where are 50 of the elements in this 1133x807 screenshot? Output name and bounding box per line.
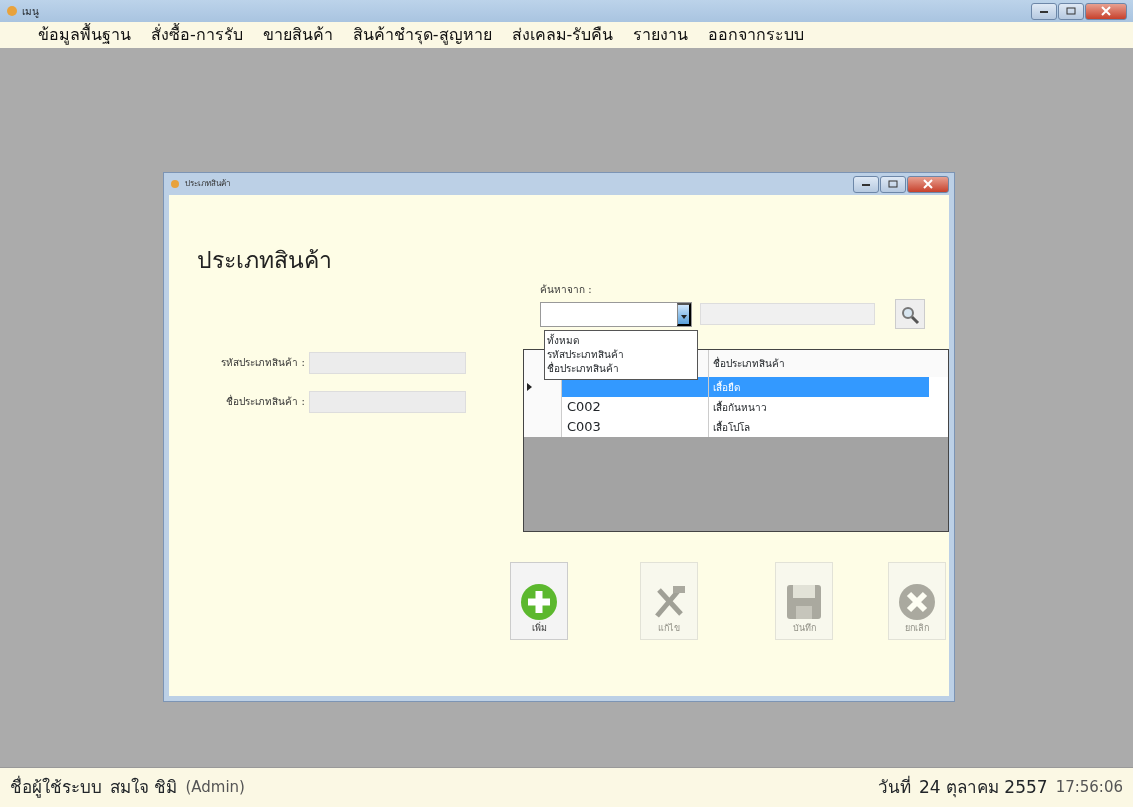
dropdown-button[interactable] xyxy=(677,302,691,326)
menu-item[interactable]: สั่งซื้อ-การรับ xyxy=(141,23,253,47)
menu-item[interactable]: รายงาน xyxy=(623,23,699,47)
menu-item[interactable]: ขายสินค้า xyxy=(252,23,343,47)
caret-icon xyxy=(679,314,688,320)
field-label: ชื่อประเภทสินค้า : xyxy=(225,394,306,409)
close-icon xyxy=(1101,6,1111,16)
user-label: ชื่อผู้ใช้ระบบ xyxy=(10,774,102,800)
maximize-icon xyxy=(888,180,898,188)
dropdown-option[interactable]: ทั้งหมด xyxy=(547,334,695,348)
user-role: (Admin) xyxy=(185,777,245,799)
dropdown-option[interactable]: ชื่อประเภทสินค้า xyxy=(547,362,695,376)
window-title: เมนู xyxy=(22,4,39,19)
search-field[interactable] xyxy=(700,303,875,325)
form-heading: ประเภทสินค้า xyxy=(197,246,333,275)
close-icon xyxy=(923,179,933,189)
search-label: ค้นหาจาก : xyxy=(540,283,593,297)
date-text: 24 ตุลาคม 2557 xyxy=(918,775,1048,800)
field-label: รหัสประเภทสินค้า : xyxy=(220,356,306,370)
column-header: ชื่อประเภทสินค้า xyxy=(712,355,786,371)
table-cell: C003 xyxy=(562,417,709,437)
menu-item[interactable]: สินค้าชำรุด-สูญหาย xyxy=(342,23,502,47)
minimize-button[interactable] xyxy=(1031,2,1057,20)
minimize-icon xyxy=(1039,8,1049,14)
table-cell-text: เสื้อโปโล xyxy=(712,419,751,435)
text-field[interactable] xyxy=(309,351,466,374)
time-text: 17:56:06 xyxy=(1055,777,1123,799)
close-button[interactable] xyxy=(907,175,949,193)
dropdown-option[interactable]: รหัสประเภทสินค้า xyxy=(547,348,695,362)
maximize-icon xyxy=(1066,7,1076,15)
app-icon xyxy=(6,5,18,17)
table-cell-text: เสื้อกันหนาว xyxy=(712,399,768,415)
menu-item[interactable]: ออกจากระบบ xyxy=(698,23,815,47)
date-label: วันที่ xyxy=(877,774,911,799)
search-button[interactable] xyxy=(895,299,925,329)
search-icon xyxy=(900,304,920,325)
minimize-icon xyxy=(861,181,871,187)
text-field[interactable] xyxy=(309,390,466,413)
minimize-button[interactable] xyxy=(853,175,879,193)
plus-icon xyxy=(519,581,559,622)
menu-item[interactable]: ข้อมูลพื้นฐาน xyxy=(28,23,141,47)
child-window-title: ประเภทสินค้า xyxy=(185,178,230,190)
table-cell: เสื้อยืด xyxy=(709,377,929,397)
x-circle-icon xyxy=(897,581,937,622)
user-name: สมใจ ชิมิ xyxy=(110,775,178,799)
toolbar-button[interactable]: เพิ่ม xyxy=(510,562,568,640)
form-icon xyxy=(169,179,181,189)
close-button[interactable] xyxy=(1085,2,1127,20)
menu-item[interactable]: ส่งเคลม-รับคืน xyxy=(501,23,624,47)
search-combo-box[interactable] xyxy=(540,301,692,327)
